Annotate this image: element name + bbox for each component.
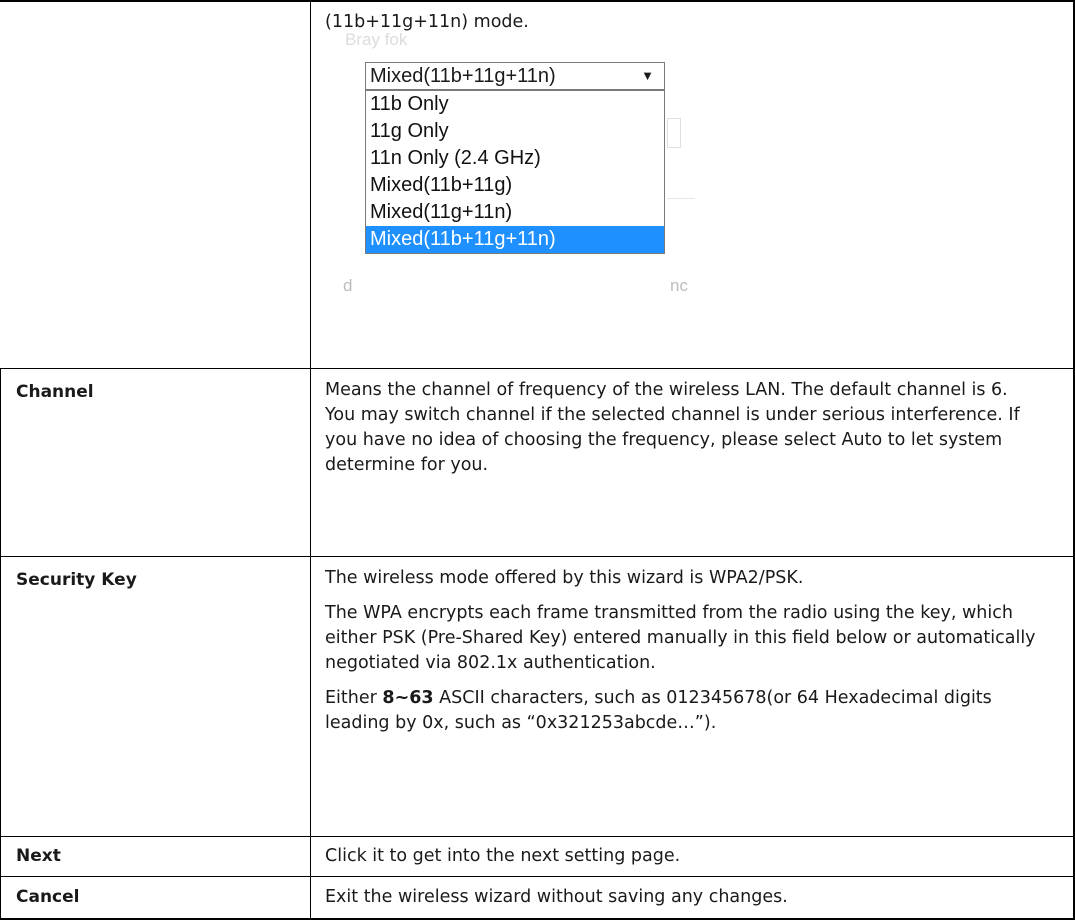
description-paragraph: Either 8~63 ASCII characters, such as 01… — [325, 686, 1037, 736]
dropdown-option[interactable]: Mixed(11b+11g) — [366, 172, 664, 199]
column-divider — [0, 368, 1, 920]
row-label-cancel: Cancel — [16, 887, 80, 907]
description-paragraph: Click it to get into the next setting pa… — [325, 846, 681, 866]
description-paragraph: The WPA encrypts each frame transmitted … — [325, 603, 1036, 673]
row-label-channel: Channel — [16, 382, 94, 402]
row-divider — [0, 556, 1075, 557]
row-label-next: Next — [16, 846, 61, 866]
chevron-down-icon: ▼ — [641, 68, 654, 83]
bold-range: 8~63 — [382, 688, 434, 708]
row-divider — [0, 836, 1075, 837]
text-span: Either — [325, 688, 383, 708]
row-desc-cancel: Exit the wireless wizard without saving … — [325, 885, 1037, 910]
dropdown-option[interactable]: Mixed(11b+11g+11n) — [366, 226, 664, 253]
row-divider — [0, 0, 1075, 2]
ghost-field-edge — [667, 118, 681, 148]
row-label-security-key: Security Key — [16, 570, 137, 590]
row-desc-next: Click it to get into the next setting pa… — [325, 844, 1037, 869]
description-table: (11b+11g+11n) mode. Bray fok d nc Mixed(… — [0, 0, 1075, 920]
dropdown-option[interactable]: 11g Only — [366, 118, 664, 145]
row-divider — [0, 368, 1075, 369]
row-divider — [0, 876, 1075, 877]
description-paragraph: Means the channel of frequency of the wi… — [325, 380, 1020, 475]
ghost-label-left: d — [343, 276, 353, 295]
description-paragraph: Exit the wireless wizard without saving … — [325, 887, 788, 907]
ghost-label-top: Bray fok — [345, 30, 408, 49]
wireless-mode-screenshot: Bray fok d nc Mixed(11b+11g+11n) ▼ 11b O… — [325, 22, 725, 342]
row-desc-security-key: The wireless mode offered by this wizard… — [325, 566, 1037, 736]
select-value: Mixed(11b+11g+11n) — [370, 65, 556, 87]
wireless-mode-dropdown-list: 11b Only 11g Only 11n Only (2.4 GHz) Mixed(… — [365, 90, 665, 254]
dropdown-option[interactable]: Mixed(11g+11n) — [366, 199, 664, 226]
dropdown-option[interactable]: 11n Only (2.4 GHz) — [366, 145, 664, 172]
column-divider — [310, 0, 311, 920]
ghost-rule — [667, 198, 695, 199]
description-paragraph: The wireless mode offered by this wizard… — [325, 568, 804, 588]
dropdown-option[interactable]: 11b Only — [366, 91, 664, 118]
row-desc-channel: Means the channel of frequency of the wi… — [325, 378, 1037, 478]
wireless-mode-select[interactable]: Mixed(11b+11g+11n) ▼ — [365, 62, 665, 90]
ghost-label-right: nc — [670, 276, 688, 295]
